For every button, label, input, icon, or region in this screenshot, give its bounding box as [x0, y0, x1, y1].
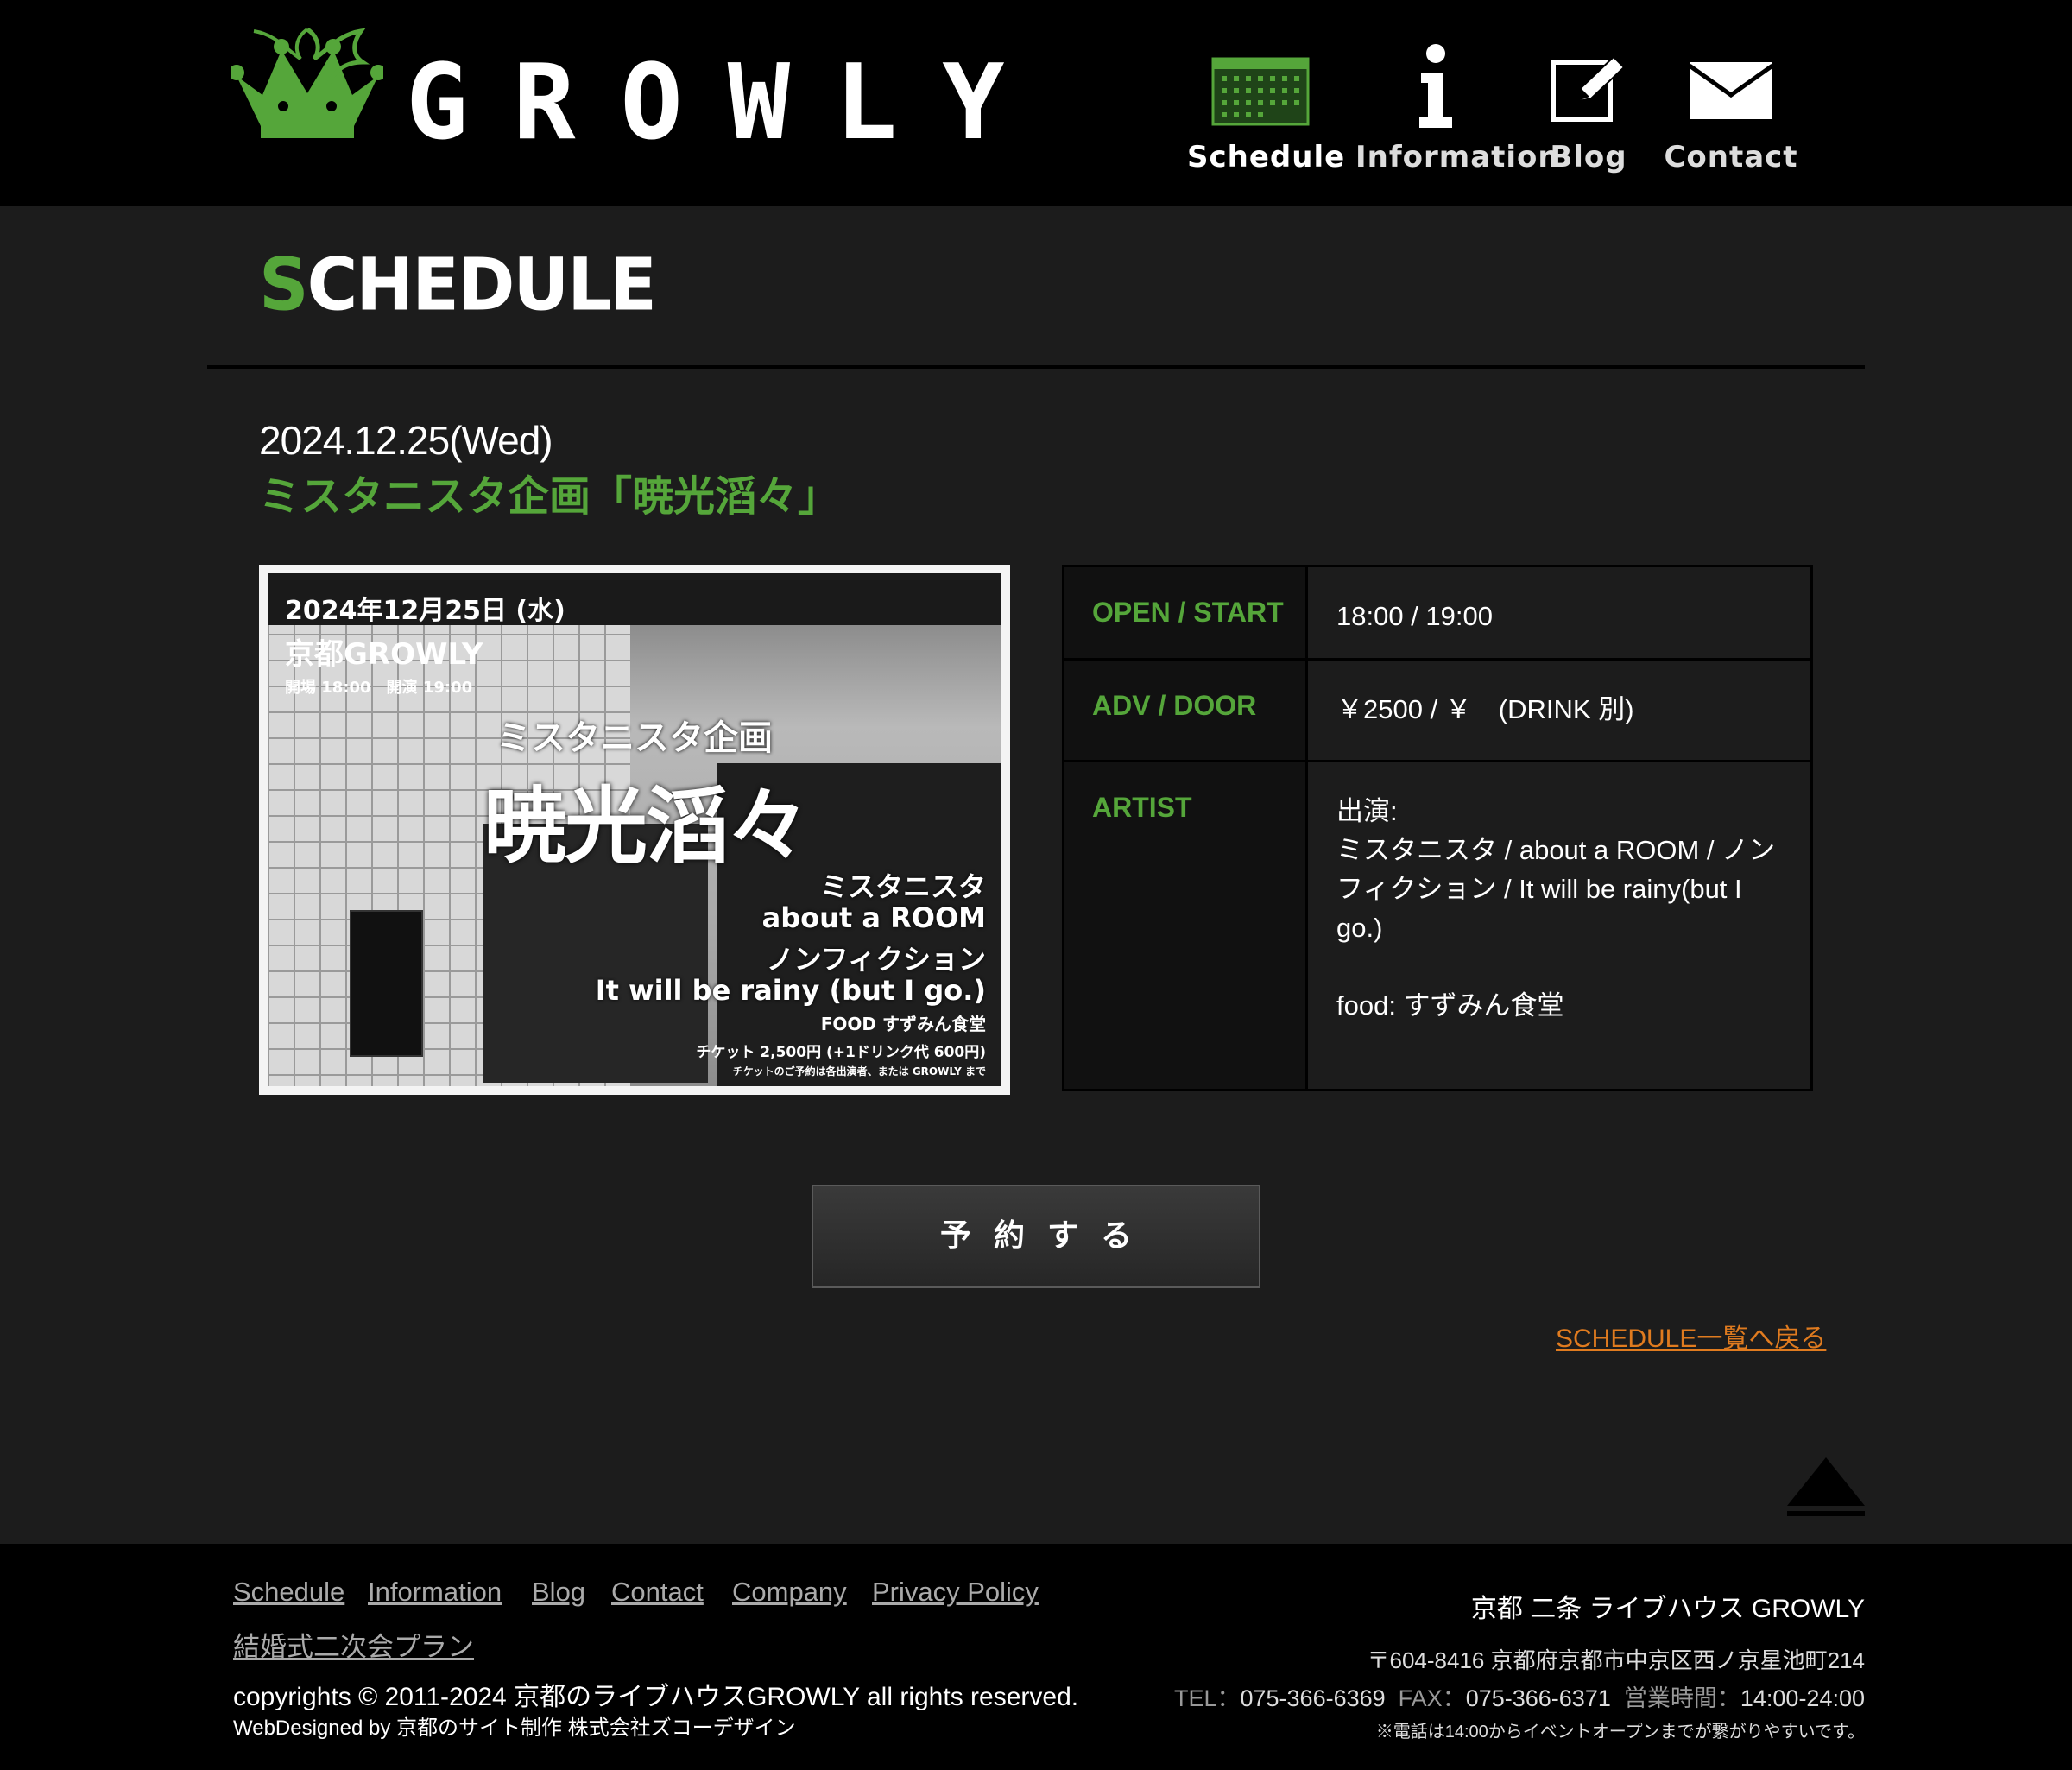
price-label: ADV / DOOR [1064, 661, 1308, 760]
nav-information-label: Information [1355, 140, 1560, 174]
scroll-to-top-icon[interactable] [1785, 1456, 1867, 1518]
flyer-artist: ノンフィクション [766, 943, 986, 976]
brand-logo-text[interactable]: GROWLY [406, 52, 1049, 155]
crown-logo-icon[interactable] [231, 24, 383, 145]
flyer-note: チケットのご予約は各出演者、または GROWLY まで [732, 1065, 986, 1078]
flyer-artist: about a ROOM [761, 901, 986, 934]
flyer-date: 2024年12月25日 (水) [285, 596, 565, 626]
business-hours: 14:00-24:00 [1740, 1685, 1865, 1711]
back-to-schedule-link[interactable]: SCHEDULE一覧へ戻る [1556, 1317, 1826, 1355]
page-title: SCHEDULE [259, 242, 657, 327]
price-value: ￥2500 / ￥ (DRINK 別) [1336, 694, 1634, 724]
footer-venue-name: 京都 二条 ライブハウス GROWLY [1470, 1595, 1865, 1623]
open-start-label: OPEN / START [1064, 567, 1308, 658]
nav-information[interactable]: Information [1355, 43, 1560, 181]
footer-link-information[interactable]: Information [368, 1577, 502, 1608]
artist-heading: 出演: [1336, 796, 1398, 826]
tel-number: 075-366-6369 [1240, 1685, 1386, 1711]
fax-number: 075-366-6371 [1465, 1685, 1611, 1711]
flyer-venue: 京都GROWLY [285, 637, 483, 672]
nav-schedule[interactable]: Schedule [1187, 43, 1346, 181]
nav-contact[interactable]: Contact [1662, 43, 1800, 181]
nav-blog[interactable]: Blog [1532, 43, 1645, 181]
flyer-artist: ミスタニスタ [819, 870, 986, 903]
footer-phone-note: ※電話は14:00からイベントオープンまでが繋がりやすいです。 [1375, 1723, 1865, 1742]
artist-list: ミスタニスタ / about a ROOM / ノンフィクション / It wi… [1336, 835, 1776, 943]
table-row: ARTIST 出演: ミスタニスタ / about a ROOM / ノンフィク… [1064, 762, 1810, 1089]
nav-schedule-label: Schedule [1187, 140, 1346, 174]
calendar-icon [1211, 57, 1310, 126]
title-divider [207, 365, 1865, 369]
designer-credit: WebDesigned by 京都のサイト制作 株式会社ズコーデザイン [233, 1716, 796, 1740]
open-start-value: 18:00 / 19:00 [1336, 601, 1493, 631]
footer-link-wedding-plan[interactable]: 結婚式二次会プラン [233, 1625, 474, 1664]
nav-contact-label: Contact [1664, 140, 1798, 174]
info-icon [1418, 44, 1452, 128]
flyer-title: 暁光滔々 [483, 778, 810, 875]
table-row: OPEN / START 18:00 / 19:00 [1064, 567, 1810, 661]
envelope-icon [1690, 62, 1772, 119]
flyer-food: FOOD すずみん食堂 [820, 1014, 986, 1034]
footer-address: 〒604-8416 京都府京都市中京区西ノ京星池町214 [1367, 1647, 1865, 1673]
event-date: 2024.12.25(Wed) [259, 418, 553, 463]
reserve-button[interactable]: 予約する [812, 1185, 1260, 1288]
artist-label: ARTIST [1064, 762, 1308, 1089]
food-info: food: すずみん食堂 [1336, 990, 1564, 1021]
footer-link-company[interactable]: Company [732, 1577, 847, 1608]
footer-link-privacy[interactable]: Privacy Policy [872, 1577, 1039, 1608]
flyer-times: 開場 18:00 開演 19:00 [285, 679, 473, 697]
event-title: ミスタニスタ企画「暁光滔々」 [259, 472, 840, 521]
footer-contact-line: TEL：075-366-6369 FAX：075-366-6371 営業時間：1… [1173, 1685, 1865, 1711]
copyright-text: copyrights © 2011-2024 京都のライブハウスGROWLY a… [233, 1683, 1079, 1711]
footer-link-contact[interactable]: Contact [611, 1577, 704, 1608]
artist-value: 出演: ミスタニスタ / about a ROOM / ノンフィクション / I… [1311, 762, 1810, 1089]
signboard-graphic [350, 910, 423, 1057]
nav-blog-label: Blog [1550, 140, 1627, 174]
pencil-edit-icon [1551, 55, 1626, 122]
flyer-artist: It will be rainy (but I go.) [595, 974, 986, 1007]
event-flyer-image: 2024年12月25日 (水) 京都GROWLY 開場 18:00 開演 19:… [259, 565, 1010, 1095]
footer-link-schedule[interactable]: Schedule [233, 1577, 344, 1608]
flyer-ticket: チケット 2,500円 (+1ドリンク代 600円) [696, 1044, 986, 1061]
footer-link-blog[interactable]: Blog [532, 1577, 585, 1608]
event-info-table: OPEN / START 18:00 / 19:00 ADV / DOOR ￥2… [1062, 565, 1813, 1091]
table-row: ADV / DOOR ￥2500 / ￥ (DRINK 別) [1064, 661, 1810, 762]
flyer-subtitle: ミスタニスタ企画 [496, 718, 773, 758]
